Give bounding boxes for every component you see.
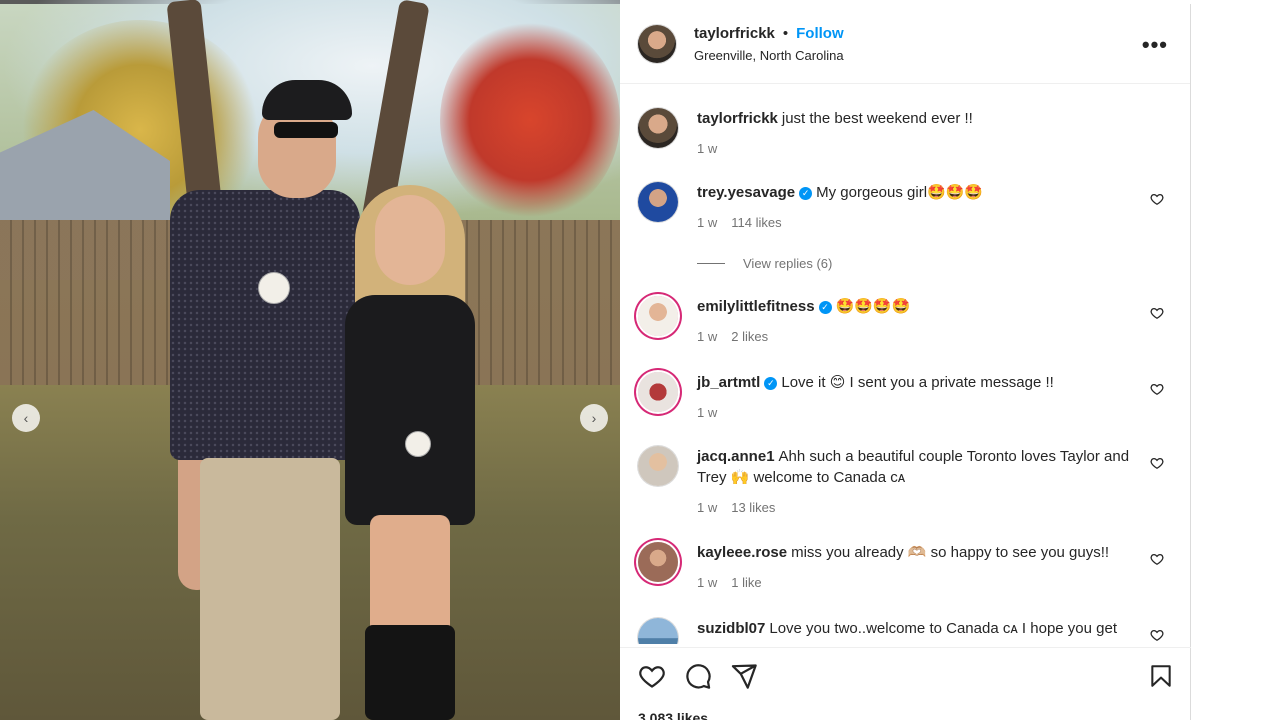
comment-icon[interactable] [684, 662, 712, 695]
avatar[interactable] [638, 296, 678, 336]
heart-icon[interactable] [1150, 382, 1164, 401]
post-header: taylorfrickk • Follow Greenville, North … [620, 4, 1190, 84]
comment-username[interactable]: trey.yesavage [697, 184, 795, 201]
comment-text-row: trey.yesavage ✓ My gorgeous girl🤩🤩🤩 [697, 182, 1137, 203]
comment-text-row: jacq.anne1 Ahh such a beautiful couple To… [697, 446, 1137, 488]
verified-icon: ✓ [764, 376, 778, 390]
man-shirt [170, 190, 360, 460]
avatar[interactable] [638, 372, 678, 412]
comment-text: miss you already 🫶🏼 so happy to see you … [791, 544, 1110, 561]
replies-line [697, 263, 725, 264]
send-icon[interactable] [730, 662, 758, 695]
man-cap [262, 80, 352, 120]
follow-button[interactable]: Follow [796, 25, 844, 42]
comment-likes[interactable]: 13 likes [731, 500, 775, 515]
comment-text-row: kayleee.rose miss you already 🫶🏼 so happy… [697, 542, 1137, 563]
bookmark-icon[interactable] [1148, 662, 1174, 695]
author-row: taylorfrickk • Follow [694, 25, 844, 42]
avatar[interactable] [638, 542, 678, 582]
comment-text: 🤩🤩🤩🤩 [835, 298, 911, 315]
post-photo: ‹ › [0, 0, 620, 720]
comment-time[interactable]: 1 w [697, 141, 717, 156]
comment-text: Love it 😊 I sent you a private message !… [781, 374, 1054, 391]
more-options-icon[interactable]: ••• [1142, 32, 1168, 58]
man-pants [200, 458, 340, 720]
heart-icon[interactable] [1150, 552, 1164, 571]
verified-icon: ✓ [818, 300, 832, 314]
comment-text: just the best weekend ever !! [781, 110, 973, 127]
avatar[interactable] [638, 446, 678, 486]
author-username[interactable]: taylorfrickk [694, 25, 775, 42]
chevron-left-icon: ‹ [23, 410, 29, 426]
avatar[interactable] [638, 618, 678, 644]
separator-dot: • [782, 24, 789, 42]
heart-icon[interactable] [1150, 192, 1164, 211]
woman-romper [345, 295, 475, 525]
comment-meta: 1 w 1 like [697, 572, 1137, 593]
post-location[interactable]: Greenville, North Carolina [694, 48, 844, 63]
photo-man [170, 80, 360, 720]
comment-meta: 1 w 114 likes [697, 212, 1137, 233]
comment-body: jb_artmtl ✓ Love it 😊 I sent you a private… [697, 372, 1137, 423]
comment-username[interactable]: jb_artmtl [697, 374, 760, 391]
comment-time[interactable]: 1 w [697, 405, 717, 420]
comment-text-row: suzidbl07 Love you two..welcome to Canada… [697, 618, 1137, 639]
woman-boots [365, 625, 455, 720]
caption-body: taylorfrickk just the best weekend ever !… [697, 108, 1137, 159]
caption-text-row: taylorfrickk just the best weekend ever !… [697, 108, 1137, 129]
author-avatar[interactable] [638, 24, 676, 63]
comment-time[interactable]: 1 w [697, 215, 717, 230]
comment-username[interactable]: kayleee.rose [697, 544, 787, 561]
heart-icon[interactable] [638, 662, 666, 695]
comment-likes[interactable]: 2 likes [731, 329, 768, 344]
woman-pin-badge [405, 431, 431, 457]
avatar[interactable] [638, 108, 678, 148]
comment-text: Love you two..welcome to Canada ᴄᴀ I hop… [769, 620, 1118, 637]
carousel-next-button[interactable]: › [580, 404, 608, 432]
comment-time[interactable]: 1 w [697, 575, 717, 590]
comment-body: emilylittlefitness ✓ 🤩🤩🤩🤩 1 w 2 likes [697, 296, 1137, 347]
comment-likes[interactable]: 1 like [731, 575, 761, 590]
photo-woman [345, 185, 480, 720]
comment-meta: 1 w [697, 138, 1137, 159]
comment-meta: 1 w 2 likes [697, 326, 1137, 347]
comment-body: suzidbl07 Love you two..welcome to Canada… [697, 618, 1137, 639]
heart-icon[interactable] [1150, 306, 1164, 325]
chevron-right-icon: › [591, 410, 597, 426]
man-pin-badge [258, 272, 290, 304]
post-side-panel: taylorfrickk • Follow Greenville, North … [620, 4, 1191, 720]
comment-username[interactable]: suzidbl07 [697, 620, 765, 637]
woman-face [375, 195, 445, 285]
comment-text-row: emilylittlefitness ✓ 🤩🤩🤩🤩 [697, 296, 1137, 317]
comment-text: My gorgeous girl🤩🤩🤩 [816, 184, 984, 201]
carousel-prev-button[interactable]: ‹ [12, 404, 40, 432]
post-actions-bar: 3,083 likes [620, 647, 1191, 720]
verified-icon: ✓ [799, 186, 813, 200]
author-info: taylorfrickk • Follow Greenville, North … [694, 25, 844, 63]
heart-icon[interactable] [1150, 456, 1164, 475]
comment-username[interactable]: emilylittlefitness [697, 298, 815, 315]
man-sunglasses [274, 122, 338, 138]
comments-list[interactable]: taylorfrickk just the best weekend ever !… [620, 84, 1191, 644]
comment-time[interactable]: 1 w [697, 500, 717, 515]
likes-count[interactable]: 3,083 likes [638, 710, 708, 720]
comment-body: trey.yesavage ✓ My gorgeous girl🤩🤩🤩 1 w 114… [697, 182, 1137, 233]
avatar[interactable] [638, 182, 678, 222]
heart-icon[interactable] [1150, 628, 1164, 644]
view-replies-button[interactable]: View replies (6) [697, 256, 832, 271]
comment-username[interactable]: jacq.anne1 [697, 448, 775, 465]
comment-username[interactable]: taylorfrickk [697, 110, 778, 127]
comment-time[interactable]: 1 w [697, 329, 717, 344]
comment-meta: 1 w [697, 402, 1137, 423]
comment-text-row: jb_artmtl ✓ Love it 😊 I sent you a private… [697, 372, 1137, 393]
view-replies-label: View replies (6) [743, 256, 833, 271]
comment-body: kayleee.rose miss you already 🫶🏼 so happy… [697, 542, 1137, 593]
comment-likes[interactable]: 114 likes [731, 215, 781, 230]
comment-meta: 1 w 13 likes [697, 497, 1137, 518]
comment-body: jacq.anne1 Ahh such a beautiful couple To… [697, 446, 1137, 518]
